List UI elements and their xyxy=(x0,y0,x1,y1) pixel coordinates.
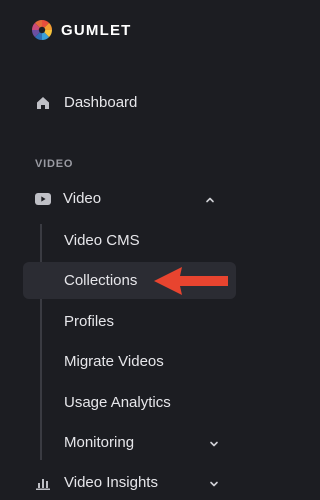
submenu-tree-line xyxy=(40,224,42,460)
nav-item-dashboard-label: Dashboard xyxy=(64,94,138,111)
nav-item-video-label: Video xyxy=(63,190,102,207)
nav-item-video[interactable]: Video xyxy=(35,190,101,207)
sidebar-item-profiles[interactable]: Profiles xyxy=(64,313,114,330)
nav-item-video-insights-label: Video Insights xyxy=(64,474,158,491)
chevron-up-icon[interactable] xyxy=(205,195,215,205)
sidebar-item-collections[interactable]: Collections xyxy=(64,272,137,289)
chevron-down-icon[interactable] xyxy=(209,439,219,449)
gumlet-logo-icon xyxy=(32,20,52,40)
brand-name: GUMLET xyxy=(61,21,132,39)
sidebar-item-usage-analytics[interactable]: Usage Analytics xyxy=(64,394,171,411)
section-title-video: VIDEO xyxy=(35,158,74,170)
youtube-icon xyxy=(35,191,51,207)
nav-item-dashboard[interactable]: Dashboard xyxy=(35,94,137,111)
home-icon xyxy=(35,95,51,111)
annotation-arrow-icon xyxy=(154,267,228,295)
chevron-down-icon[interactable] xyxy=(209,479,219,489)
sidebar-item-migrate-videos[interactable]: Migrate Videos xyxy=(64,353,164,370)
sidebar: GUMLET Dashboard VIDEO Video Video CMS C… xyxy=(0,0,260,500)
bar-chart-icon xyxy=(35,475,51,491)
gumlet-logo[interactable]: GUMLET xyxy=(31,19,132,41)
sidebar-item-monitoring[interactable]: Monitoring xyxy=(64,434,134,451)
sidebar-item-video-cms[interactable]: Video CMS xyxy=(64,232,140,249)
nav-item-video-insights[interactable]: Video Insights xyxy=(35,474,158,491)
